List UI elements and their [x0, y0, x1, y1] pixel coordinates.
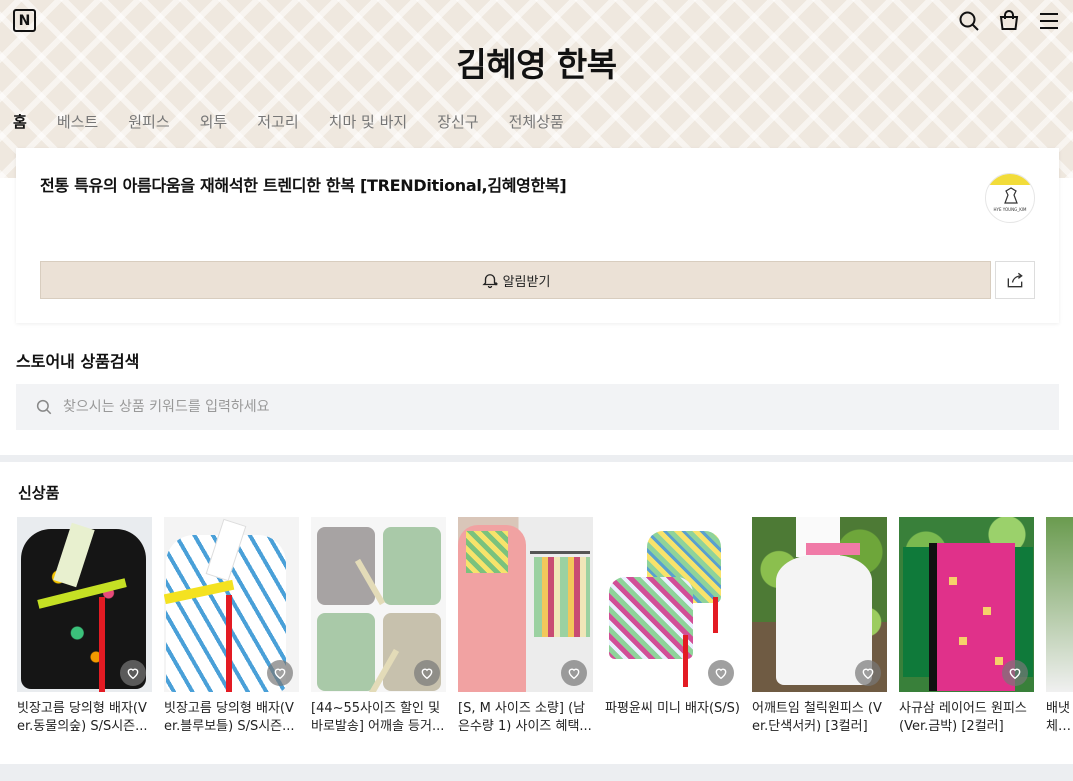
product-thumbnail[interactable]	[752, 517, 887, 692]
product-name[interactable]: 어깨트임 철릭원피스 (Ver.단색서커) [3컬러]	[752, 700, 887, 736]
wishlist-heart-icon[interactable]	[414, 660, 440, 686]
nav-tab-home[interactable]: 홈	[13, 111, 27, 132]
notify-button-label: 알림받기	[502, 274, 551, 290]
store-avatar[interactable]: HYE YOUNG_KIM	[985, 173, 1035, 223]
nav-tab-best[interactable]: 베스트	[57, 111, 98, 132]
wishlist-heart-icon[interactable]	[855, 660, 881, 686]
product-card[interactable]: 빗장고름 당의형 배자(Ver.동물의숲) S/S시즌...	[17, 517, 152, 736]
search-input-icon	[36, 399, 52, 415]
wishlist-heart-icon[interactable]	[561, 660, 587, 686]
product-thumbnail[interactable]	[1046, 517, 1073, 692]
section-divider	[0, 455, 1073, 462]
nav-tab-skirt-pants[interactable]: 치마 및 바지	[329, 111, 408, 132]
avatar-label: HYE YOUNG_KIM	[993, 207, 1027, 212]
store-title: 김혜영 한복	[456, 45, 617, 84]
store-search-box[interactable]	[16, 384, 1059, 430]
wishlist-heart-icon[interactable]	[120, 660, 146, 686]
product-name[interactable]: 파평윤씨 미니 배자(S/S)	[605, 700, 740, 736]
search-heading: 스토어내 상품검색	[16, 352, 140, 371]
nav-tab-all-products[interactable]: 전체상품	[509, 111, 564, 132]
new-products-heading: 신상품	[18, 484, 60, 502]
search-input[interactable]	[63, 399, 963, 415]
product-name[interactable]: 빗장고름 당의형 배자(Ver.블루보틀) S/S시즌...	[164, 700, 299, 736]
product-name[interactable]: [S, M 사이즈 소량] (남은수량 1) 사이즈 혜택...	[458, 700, 593, 736]
store-description: 전통 특유의 아름다움을 재해석한 트렌디한 한복 [TRENDitional,…	[40, 176, 567, 195]
wishlist-heart-icon[interactable]	[267, 660, 293, 686]
wishlist-heart-icon[interactable]	[708, 660, 734, 686]
nav-tab-outer[interactable]: 외투	[200, 111, 228, 132]
search-icon[interactable]	[957, 9, 981, 33]
bell-plus-icon	[481, 274, 498, 289]
section-divider	[0, 764, 1073, 781]
product-card[interactable]: 배냇체크...	[1046, 517, 1073, 736]
product-thumbnail[interactable]	[311, 517, 446, 692]
hanbok-logo-icon	[1004, 187, 1018, 204]
product-card[interactable]: 빗장고름 당의형 배자(Ver.블루보틀) S/S시즌...	[164, 517, 299, 736]
share-icon	[1007, 272, 1023, 288]
product-card[interactable]: [44~55사이즈 할인 및 바로발송] 어깨솔 등거...	[311, 517, 446, 736]
category-nav: 홈 베스트 원피스 외투 저고리 치마 및 바지 장신구 전체상품	[13, 111, 594, 132]
product-thumbnail[interactable]	[605, 517, 740, 692]
avatar-band	[986, 174, 1034, 185]
share-button[interactable]	[995, 261, 1035, 299]
wishlist-heart-icon[interactable]	[1002, 660, 1028, 686]
nav-tab-accessories[interactable]: 장신구	[437, 111, 478, 132]
product-name[interactable]: 빗장고름 당의형 배자(Ver.동물의숲) S/S시즌...	[17, 700, 152, 736]
product-thumbnail[interactable]	[164, 517, 299, 692]
product-name[interactable]: [44~55사이즈 할인 및 바로발송] 어깨솔 등거...	[311, 700, 446, 736]
notify-button[interactable]: 알림받기	[40, 261, 991, 299]
product-name[interactable]: 배냇체크...	[1046, 700, 1073, 736]
store-info-card: 전통 특유의 아름다움을 재해석한 트렌디한 한복 [TRENDitional,…	[16, 148, 1059, 323]
menu-icon[interactable]	[1037, 9, 1061, 33]
naver-logo[interactable]: N	[13, 9, 36, 32]
nav-tab-onepiece[interactable]: 원피스	[128, 111, 169, 132]
product-card[interactable]: 어깨트임 철릭원피스 (Ver.단색서커) [3컬러]	[752, 517, 887, 736]
nav-tab-jeogori[interactable]: 저고리	[257, 111, 298, 132]
product-thumbnail[interactable]	[17, 517, 152, 692]
shopping-bag-icon[interactable]	[997, 9, 1021, 33]
product-thumbnail[interactable]	[458, 517, 593, 692]
product-card[interactable]: 파평윤씨 미니 배자(S/S)	[605, 517, 740, 736]
product-card[interactable]: [S, M 사이즈 소량] (남은수량 1) 사이즈 혜택...	[458, 517, 593, 736]
product-name[interactable]: 사규삼 레이어드 원피스 (Ver.금박) [2컬러]	[899, 700, 1034, 736]
product-card[interactable]: 사규삼 레이어드 원피스 (Ver.금박) [2컬러]	[899, 517, 1034, 736]
product-thumbnail[interactable]	[899, 517, 1034, 692]
logo-letter: N	[18, 12, 31, 29]
